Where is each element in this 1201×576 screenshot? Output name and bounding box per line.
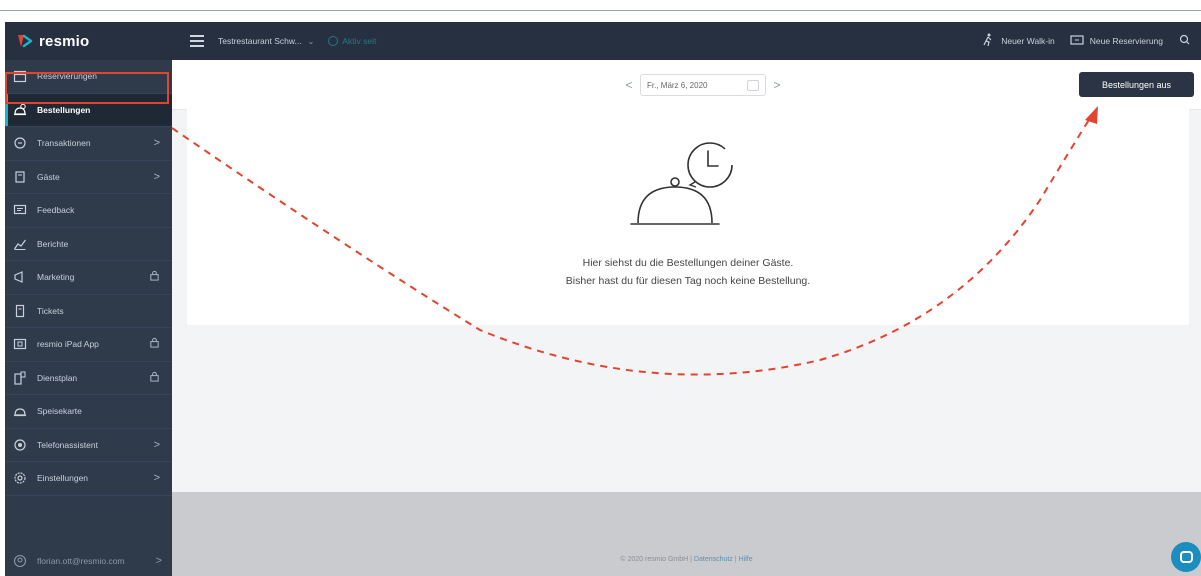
chat-button[interactable] [1171, 542, 1201, 572]
sidebar-item-speisekarte[interactable]: Speisekarte [5, 395, 172, 429]
sidebar-item-berichte[interactable]: Berichte [5, 228, 172, 261]
chevron-right-icon: > [153, 137, 160, 150]
user-email: florian.ott@resmio.com [37, 556, 125, 566]
sidebar-item-label: Feedback [37, 205, 75, 216]
walk-in-icon [980, 33, 996, 49]
orders-empty-card: Hier siehst du die Bestellungen deiner G… [187, 107, 1189, 325]
chevron-right-icon: > [155, 555, 162, 567]
ipad-icon [13, 337, 27, 351]
transactions-icon [13, 136, 27, 150]
empty-state-line-1: Hier siehst du die Bestellungen deiner G… [582, 257, 794, 269]
restaurant-selector[interactable]: Testrestaurant Schw... [218, 36, 302, 46]
status-text: Aktiv seit [342, 36, 377, 46]
sidebar-item-gaeste[interactable]: Gäste > [5, 161, 172, 194]
logo[interactable]: resmio [5, 22, 172, 60]
guests-icon [13, 170, 27, 184]
logo-icon [15, 31, 35, 51]
menu-card-icon [13, 404, 27, 418]
copyright-text: © 2020 resmio GmbH [620, 556, 689, 563]
next-day-button[interactable]: > [772, 78, 782, 92]
hamburger-menu-icon[interactable] [190, 35, 204, 47]
footer-separator: | [690, 556, 692, 563]
footer-text: © 2020 resmio GmbH | Datenschutz | Hilfe [172, 556, 1201, 563]
sidebar-item-feedback[interactable]: Feedback [5, 194, 172, 228]
calendar-icon[interactable] [747, 80, 759, 91]
logo-text: resmio [39, 32, 90, 50]
status-icon [328, 36, 339, 46]
lock-icon [149, 337, 160, 351]
sidebar-item-bestellungen[interactable]: Bestellungen [5, 93, 172, 127]
lock-icon [149, 371, 160, 385]
sidebar-item-label: Einstellungen [37, 473, 89, 484]
sidebar-item-label: Telefonassistent [37, 439, 98, 450]
empty-state-line-2: Bisher hast du für diesen Tag noch keine… [565, 275, 811, 287]
date-toolbar: < Fr., März 6, 2020 > Bestellungen aus [172, 60, 1201, 110]
new-walkin-label: Neuer Walk-in [1001, 36, 1055, 46]
settings-icon [13, 471, 27, 485]
sidebar-item-reservierungen[interactable]: Reservierungen [5, 60, 172, 94]
reservation-icon [1069, 33, 1085, 49]
new-reservation-button[interactable]: Neue Reservierung [1069, 33, 1163, 49]
date-input[interactable]: Fr., März 6, 2020 [640, 74, 766, 96]
marketing-icon [13, 270, 27, 284]
sidebar-item-tickets[interactable]: Tickets [5, 295, 172, 328]
header-actions: Neuer Walk-in Neue Reservierung [980, 22, 1193, 60]
sidebar-item-label: Tickets [37, 305, 64, 316]
user-icon [13, 554, 27, 568]
footer: © 2020 resmio GmbH | Datenschutz | Hilfe [172, 492, 1201, 576]
sidebar-item-label: Speisekarte [37, 406, 82, 417]
phone-assistant-icon [13, 438, 27, 452]
search-icon [1177, 33, 1193, 49]
sidebar-item-ipad-app[interactable]: resmio iPad App [5, 328, 172, 362]
sidebar-item-label: Marketing [37, 272, 75, 283]
privacy-link[interactable]: Datenschutz [694, 556, 733, 563]
lock-icon [149, 270, 160, 284]
order-bell-icon [13, 103, 27, 117]
chat-icon [1179, 551, 1193, 563]
sidebar-item-einstellungen[interactable]: Einstellungen > [5, 462, 172, 496]
calendar-icon [13, 69, 27, 83]
sidebar-item-label: resmio iPad App [37, 339, 99, 350]
user-account[interactable]: florian.ott@resmio.com > [5, 546, 172, 576]
status-indicator: Aktiv seit [328, 36, 376, 46]
reports-icon [13, 237, 27, 251]
sidebar-item-dienstplan[interactable]: Dienstplan [5, 362, 172, 395]
chevron-right-icon: > [153, 170, 160, 183]
feedback-icon [13, 203, 27, 217]
date-value: Fr., März 6, 2020 [647, 80, 708, 90]
sidebar-item-transaktionen[interactable]: Transaktionen > [5, 127, 172, 161]
sidebar-item-label: Bestellungen [37, 104, 91, 115]
schedule-icon [13, 371, 27, 385]
sidebar-item-telefonassistent[interactable]: Telefonassistent > [5, 429, 172, 462]
date-picker: < Fr., März 6, 2020 > [624, 74, 782, 96]
sidebar-item-marketing[interactable]: Marketing [5, 261, 172, 295]
search-button[interactable] [1177, 33, 1193, 49]
sidebar-item-label: Reservierungen [37, 71, 98, 82]
sidebar-item-label: Gäste [37, 171, 60, 182]
previous-day-button[interactable]: < [624, 78, 634, 92]
cloche-clock-icon [625, 135, 745, 235]
chevron-down-icon[interactable]: ⌄ [308, 37, 315, 46]
footer-separator: | [734, 556, 737, 563]
toggle-orders-button[interactable]: Bestellungen aus [1079, 72, 1194, 97]
sidebar-item-label: Berichte [37, 238, 69, 249]
sidebar-item-label: Transaktionen [37, 138, 91, 149]
new-walkin-button[interactable]: Neuer Walk-in [980, 33, 1055, 49]
top-header: Testrestaurant Schw... ⌄ Aktiv seit Neue… [172, 22, 1201, 60]
sidebar-item-label: Dienstplan [37, 372, 78, 383]
top-divider [0, 10, 1201, 11]
help-link[interactable]: Hilfe [739, 556, 753, 563]
sidebar: resmio Reservierungen Bestellungen Trans… [5, 22, 172, 576]
chevron-right-icon: > [153, 472, 160, 485]
sidebar-nav: Reservierungen Bestellungen Transaktione… [5, 60, 172, 496]
chevron-right-icon: > [153, 438, 160, 451]
tickets-icon [13, 304, 27, 318]
new-reservation-label: Neue Reservierung [1089, 36, 1163, 46]
